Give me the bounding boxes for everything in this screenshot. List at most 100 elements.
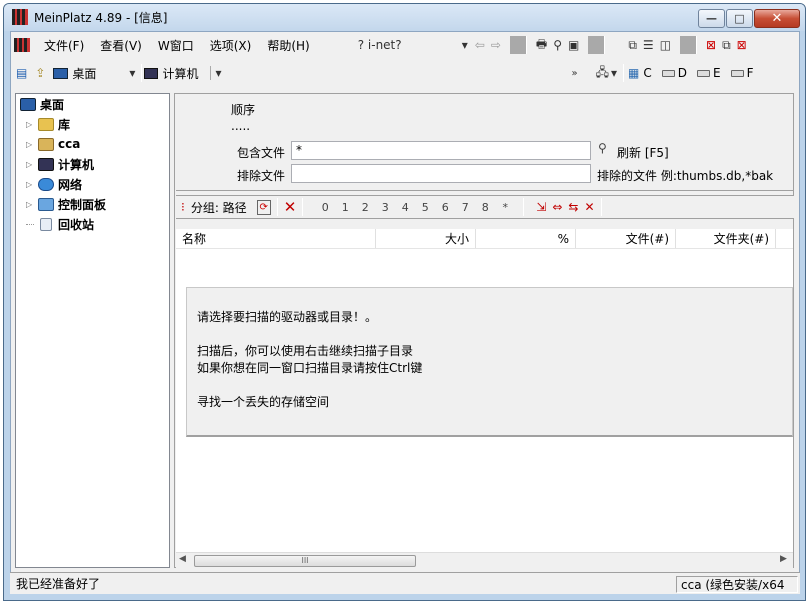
delete-icon[interactable]: ✕ xyxy=(284,198,297,216)
order-value[interactable]: ..... xyxy=(231,119,250,133)
drive-e[interactable]: E xyxy=(697,66,721,80)
desktop-icon xyxy=(20,97,36,111)
drive-f[interactable]: F xyxy=(730,66,754,80)
cascade-icon[interactable]: ⧉ xyxy=(625,38,640,53)
computer-icon xyxy=(38,157,54,171)
drive-c[interactable]: ▦ C xyxy=(628,66,652,80)
chevron-down-icon[interactable]: » xyxy=(571,68,577,79)
column-size[interactable]: 大小 xyxy=(376,229,476,248)
exclude-files-input[interactable] xyxy=(291,164,591,183)
minimize-button[interactable]: — xyxy=(698,9,725,28)
tree-item-recycle-bin[interactable]: 回收站 xyxy=(26,214,94,234)
tree-line xyxy=(26,223,34,225)
swap-icon[interactable]: ⇔ xyxy=(552,200,562,214)
tree-item-user[interactable]: ▷ cca xyxy=(26,134,80,154)
control-panel-icon xyxy=(38,197,54,211)
computer-combo[interactable]: 计算机 xyxy=(144,63,210,83)
refresh-button[interactable]: 刷新 [F5] xyxy=(617,144,669,161)
tree-item-control-panel[interactable]: ▷ 控制面板 xyxy=(26,194,106,214)
level-7-icon[interactable]: 7 xyxy=(457,201,473,214)
expand-icon[interactable]: ▷ xyxy=(26,180,36,189)
message-line-4: 寻找一个丢失的存储空间 xyxy=(197,395,330,409)
refresh-icon[interactable]: ⚲ xyxy=(598,141,607,155)
tile-vertical-icon[interactable]: ◫ xyxy=(657,38,674,52)
drive-d[interactable]: D xyxy=(661,66,687,80)
up-folder-icon[interactable]: ⇪ xyxy=(31,66,49,80)
windows-drive-icon: ▦ xyxy=(628,66,640,80)
level-8-icon[interactable]: 8 xyxy=(477,201,493,214)
close-window-icon[interactable]: ⊠ xyxy=(703,38,719,52)
expand-icon[interactable]: ▷ xyxy=(26,200,36,209)
menu-options[interactable]: 选项(X) xyxy=(202,37,260,54)
status-bar: 我已经准备好了 cca (绿色安装/x64 xyxy=(10,572,800,594)
sort-icon[interactable]: ⇲ xyxy=(536,200,546,214)
column-name[interactable]: 名称 xyxy=(176,229,376,248)
restore-window-icon[interactable]: ⧉ xyxy=(719,38,734,53)
expand-icon[interactable]: ▷ xyxy=(26,140,36,149)
scroll-right-icon[interactable]: ▶ xyxy=(780,554,787,564)
level-5-icon[interactable]: 5 xyxy=(417,201,433,214)
tree-item-computer[interactable]: ▷ 计算机 xyxy=(26,154,94,174)
regroup-icon[interactable]: ⟳ xyxy=(256,199,271,215)
swap-vertical-icon[interactable]: ⇆ xyxy=(568,200,578,214)
expand-icon[interactable]: ▷ xyxy=(26,160,36,169)
exclude-label: 排除文件 xyxy=(237,169,286,183)
app-menu-icon[interactable] xyxy=(14,38,30,52)
title-bar[interactable]: MeinPlatz 4.89 - [信息] — □ ✕ xyxy=(4,4,805,31)
level-2-icon[interactable]: 2 xyxy=(357,201,373,214)
desktop-combo-arrow-icon[interactable]: ▾ xyxy=(125,66,139,80)
back-icon[interactable]: ⇦ xyxy=(472,38,488,52)
tile-horizontal-icon[interactable]: ☰ xyxy=(640,38,657,52)
dropdown-arrow-icon[interactable]: ▾ xyxy=(458,38,472,52)
menu-help[interactable]: 帮助(H) xyxy=(259,37,317,54)
level-6-icon[interactable]: 6 xyxy=(437,201,453,214)
desktop-combo[interactable]: 桌面 xyxy=(53,63,125,83)
level-all-icon[interactable]: * xyxy=(497,201,513,214)
message-line-2: 扫描后，你可以使用右击继续扫描子目录 xyxy=(197,344,414,358)
horizontal-scrollbar[interactable]: ◀ III ▶ xyxy=(176,552,793,568)
column-folders[interactable]: 文件夹(#) xyxy=(676,229,776,248)
include-label: 包含文件 xyxy=(237,146,286,160)
menu-view[interactable]: 查看(V) xyxy=(92,37,150,54)
scroll-left-icon[interactable]: ◀ xyxy=(179,554,186,564)
app-logo-icon xyxy=(12,9,28,25)
tree-item-library[interactable]: ▷ 库 xyxy=(26,114,70,134)
column-percent[interactable]: % xyxy=(476,229,576,248)
help-query-combo[interactable]: ? i-net? xyxy=(318,38,458,52)
level-4-icon[interactable]: 4 xyxy=(397,201,413,214)
network-drive-icon[interactable]: 🖧 xyxy=(596,63,609,84)
maximize-button[interactable]: □ xyxy=(726,9,753,28)
status-right: cca (绿色安装/x64 xyxy=(676,576,798,593)
close-button[interactable]: ✕ xyxy=(754,9,800,28)
network-drive-arrow-icon[interactable]: ▾ xyxy=(609,66,619,80)
clear-sort-icon[interactable]: ✕ xyxy=(584,200,594,214)
include-files-input[interactable]: * xyxy=(291,141,591,160)
print-icon[interactable]: 🖶 xyxy=(533,35,550,56)
library-icon xyxy=(38,117,54,131)
computer-combo-arrow-icon[interactable]: ▾ xyxy=(210,66,225,80)
level-1-icon[interactable]: 1 xyxy=(337,201,353,214)
tree-toggle-icon[interactable]: ▤ xyxy=(12,66,31,80)
tree-item-desktop[interactable]: 桌面 xyxy=(20,94,64,114)
column-files[interactable]: 文件(#) xyxy=(576,229,676,248)
scrollbar-thumb[interactable]: III xyxy=(194,555,416,567)
exclude-hint: 排除的文件 例:thumbs.db,*bak xyxy=(597,169,774,183)
tree-item-network[interactable]: ▷ 网络 xyxy=(26,174,82,194)
user-folder-icon xyxy=(38,137,54,151)
forward-icon[interactable]: ⇨ xyxy=(488,38,504,52)
message-line-3: 如果你想在同一窗口扫描目录请按住Ctrl键 xyxy=(197,361,423,375)
close-all-icon[interactable]: ⊠ xyxy=(734,38,750,52)
folder-tree[interactable]: 桌面 ▷ 库 ▷ cca ▷ 计算机 ▷ 网络 ▷ 控制面板 回收站 xyxy=(15,93,170,568)
magnifier-icon[interactable]: ⚲ xyxy=(550,38,565,52)
level-0-icon[interactable]: 0 xyxy=(317,201,333,214)
menu-window[interactable]: W窗口 xyxy=(150,37,202,54)
drive-icon xyxy=(730,69,744,77)
window-title: MeinPlatz 4.89 - [信息] xyxy=(34,11,168,25)
expand-icon[interactable]: ▷ xyxy=(26,120,36,129)
desktop-icon xyxy=(53,67,69,79)
group-toolbar: ⁝ 分组: 路径 ⟳ ✕ 0 1 2 3 4 5 6 7 8 * ⇲ ⇔ ⇆ ✕ xyxy=(176,195,794,219)
group-by-path-label[interactable]: 分组: 路径 xyxy=(191,199,247,216)
menu-file[interactable]: 文件(F) xyxy=(36,37,92,54)
level-3-icon[interactable]: 3 xyxy=(377,201,393,214)
save-icon[interactable]: ▣ xyxy=(565,38,582,52)
